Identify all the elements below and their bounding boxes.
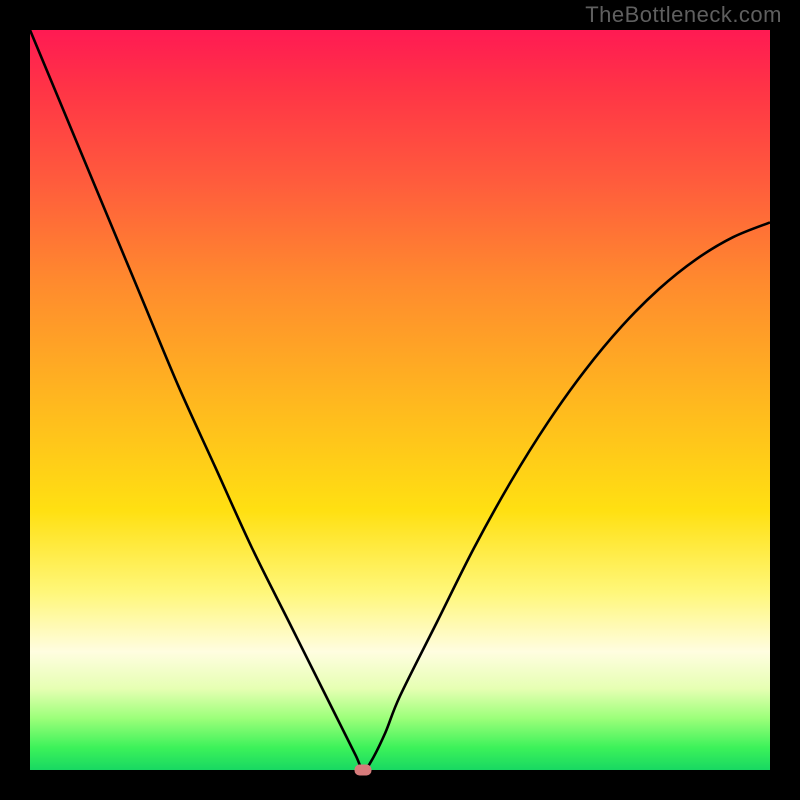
plot-area [30,30,770,770]
minimum-marker [355,765,372,776]
bottleneck-curve [30,30,770,770]
watermark-text: TheBottleneck.com [585,2,782,28]
chart-frame: TheBottleneck.com [0,0,800,800]
